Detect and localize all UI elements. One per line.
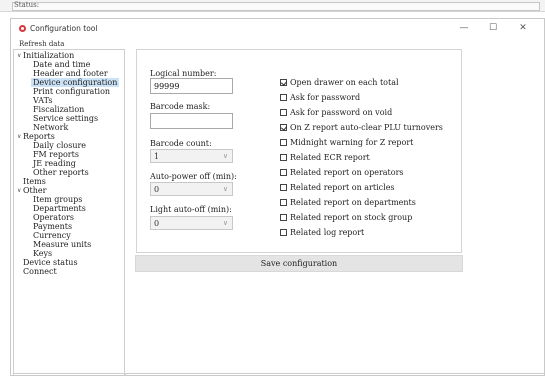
barcode-mask-input[interactable] xyxy=(150,113,233,129)
checkbox-icon[interactable] xyxy=(280,214,287,221)
barcode-mask-label: Barcode mask: xyxy=(150,102,211,111)
barcode-count-label: Barcode count: xyxy=(150,139,212,148)
checkbox-icon[interactable] xyxy=(280,139,287,146)
tree-item-fiscalization[interactable]: Fiscalization xyxy=(33,105,84,114)
tree-node-reports[interactable]: Reports xyxy=(17,132,55,141)
tree-item-vats[interactable]: VATs xyxy=(33,96,52,105)
checkbox-icon[interactable] xyxy=(280,94,287,101)
auto-power-off-label: Auto-power off (min): xyxy=(150,172,237,181)
checkbox-label: On Z report auto-clear PLU turnovers xyxy=(290,123,443,132)
title-bar[interactable]: Configuration tool — ☐ ✕ xyxy=(11,19,544,39)
light-auto-off-value: 0 xyxy=(154,219,160,228)
tree-item-item-groups[interactable]: Item groups xyxy=(33,195,82,204)
logical-number-label: Logical number: xyxy=(150,69,217,78)
tree-item-items[interactable]: Items xyxy=(23,177,46,186)
checkbox-icon[interactable] xyxy=(280,79,287,86)
checkbox-icon[interactable] xyxy=(280,184,287,191)
tree-item-daily-closure[interactable]: Daily closure xyxy=(33,141,86,150)
tree-item-operators[interactable]: Operators xyxy=(33,213,74,222)
light-auto-off-select[interactable]: 0 ∨ xyxy=(150,216,233,230)
tree-item-connect[interactable]: Connect xyxy=(23,267,57,276)
checkbox-icon[interactable] xyxy=(280,109,287,116)
status-label: Status: xyxy=(14,1,40,9)
tree-item-keys[interactable]: Keys xyxy=(33,249,52,258)
checkbox-label: Midnight warning for Z report xyxy=(290,138,414,147)
tree-item-payments[interactable]: Payments xyxy=(33,222,72,231)
chevron-down-icon: ∨ xyxy=(222,219,228,227)
tree-item-date-time[interactable]: Date and time xyxy=(33,60,90,69)
app-logo-icon xyxy=(19,25,26,32)
navigation-tree: Initialization Date and time Header and … xyxy=(13,49,125,375)
minimize-icon[interactable]: — xyxy=(457,22,471,35)
tree-node-other[interactable]: Other xyxy=(17,186,47,195)
tree-item-device-configuration[interactable]: Device configuration xyxy=(31,78,120,87)
tree-item-je-reading[interactable]: JE reading xyxy=(33,159,76,168)
window-title: Configuration tool xyxy=(30,24,98,33)
configuration-window: Configuration tool — ☐ ✕ Refresh data In… xyxy=(10,18,545,376)
checkbox-label: Related ECR report xyxy=(290,153,370,162)
barcode-count-select[interactable]: 1 ∨ xyxy=(150,149,233,163)
light-auto-off-label: Light auto-off (min): xyxy=(150,205,232,214)
tree-item-measure-units[interactable]: Measure units xyxy=(33,240,91,249)
checkbox-icon[interactable] xyxy=(280,229,287,236)
logical-number-input[interactable] xyxy=(150,78,233,94)
tree-node-initialization[interactable]: Initialization xyxy=(17,51,74,60)
checkbox-label: Ask for password xyxy=(290,93,361,102)
barcode-count-value: 1 xyxy=(154,152,160,161)
checkbox-icon[interactable] xyxy=(280,124,287,131)
checkbox-label: Related report on stock group xyxy=(290,213,413,222)
tree-item-departments[interactable]: Departments xyxy=(33,204,86,213)
chevron-down-icon: ∨ xyxy=(222,185,228,193)
tree-item-fm-reports[interactable]: FM reports xyxy=(33,150,79,159)
device-configuration-panel: Logical number: Barcode mask: Barcode co… xyxy=(136,49,462,253)
refresh-data-menu[interactable]: Refresh data xyxy=(19,40,64,48)
checkbox-label: Related report on operators xyxy=(290,168,404,177)
checkbox-icon[interactable] xyxy=(280,169,287,176)
auto-power-off-select[interactable]: 0 ∨ xyxy=(150,182,233,196)
checkbox-label: Related report on articles xyxy=(290,183,395,192)
maximize-icon[interactable]: ☐ xyxy=(486,22,500,35)
tree-item-currency[interactable]: Currency xyxy=(33,231,71,240)
tree-item-network[interactable]: Network xyxy=(33,123,68,132)
auto-power-off-value: 0 xyxy=(154,185,160,194)
tree-item-service-settings[interactable]: Service settings xyxy=(33,114,98,123)
tree-item-header-footer[interactable]: Header and footer xyxy=(33,69,108,78)
checkbox-icon[interactable] xyxy=(280,199,287,206)
close-icon[interactable]: ✕ xyxy=(516,22,530,35)
status-field xyxy=(12,2,540,11)
tree-item-device-status[interactable]: Device status xyxy=(23,258,78,267)
chevron-down-icon: ∨ xyxy=(222,152,228,160)
checkbox-label: Related report on departments xyxy=(290,198,416,207)
checkbox-label: Open drawer on each total xyxy=(290,78,399,87)
checkbox-label: Ask for password on void xyxy=(290,108,393,117)
tree-item-other-reports[interactable]: Other reports xyxy=(33,168,89,177)
status-strip: Status: xyxy=(0,0,545,12)
checkbox-icon[interactable] xyxy=(280,154,287,161)
tree-item-print-configuration[interactable]: Print configuration xyxy=(33,87,110,96)
checkbox-label: Related log report xyxy=(290,228,365,237)
save-configuration-button[interactable]: Save configuration xyxy=(135,255,463,272)
